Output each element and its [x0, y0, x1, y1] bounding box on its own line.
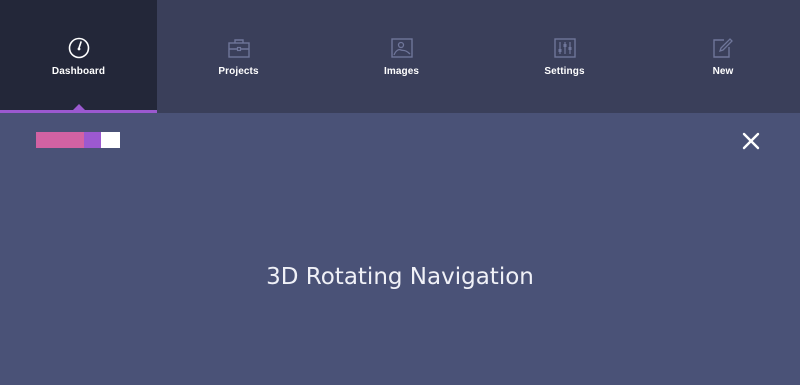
close-icon: [742, 132, 760, 150]
image-icon: [390, 36, 414, 60]
swatch-white[interactable]: [101, 132, 120, 148]
top-navigation: Dashboard Projects Images Settings New: [0, 0, 800, 113]
nav-item-dashboard[interactable]: Dashboard: [0, 0, 157, 113]
sliders-icon: [553, 36, 577, 60]
nav-item-new[interactable]: New: [646, 0, 800, 113]
nav-item-label: Settings: [544, 66, 585, 77]
nav-item-label: New: [712, 66, 734, 77]
theme-color-swatches: [36, 132, 120, 148]
swatch-pink[interactable]: [36, 132, 84, 148]
page-title: 3D Rotating Navigation: [266, 264, 534, 290]
swatch-purple[interactable]: [84, 132, 101, 148]
nav-item-label: Projects: [218, 66, 259, 77]
dashboard-gauge-icon: [67, 36, 91, 60]
close-button[interactable]: [742, 132, 760, 150]
briefcase-icon: [227, 36, 251, 60]
edit-icon: [711, 36, 735, 60]
nav-item-images[interactable]: Images: [320, 0, 483, 113]
nav-item-settings[interactable]: Settings: [483, 0, 646, 113]
nav-item-projects[interactable]: Projects: [157, 0, 320, 113]
nav-item-label: Images: [383, 66, 420, 77]
nav-item-label: Dashboard: [51, 66, 106, 77]
active-indicator: [72, 104, 85, 110]
